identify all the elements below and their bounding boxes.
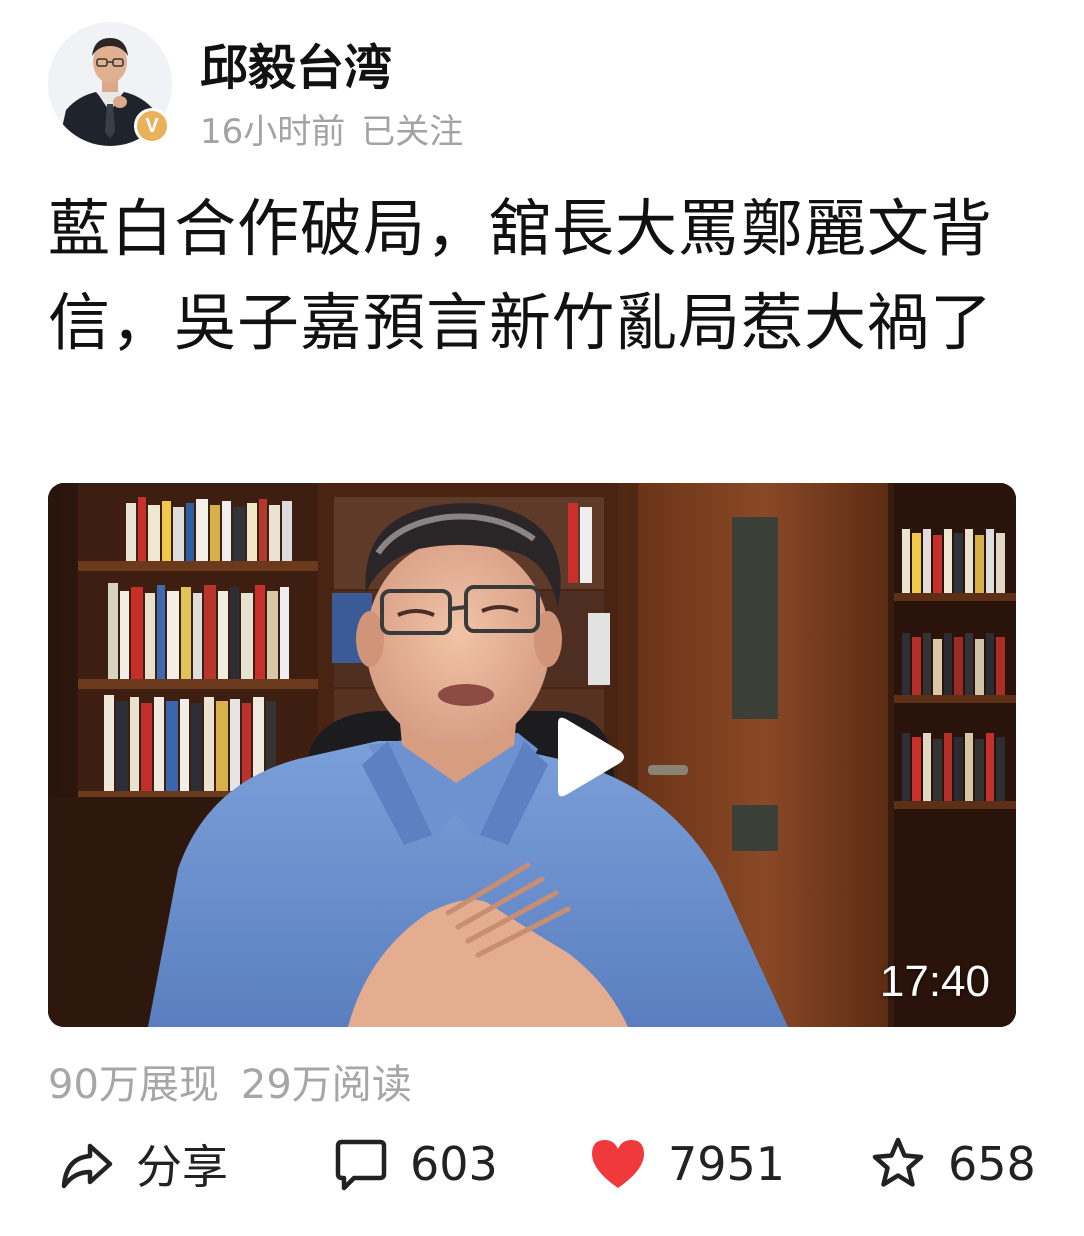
favorite-button[interactable]: 658 xyxy=(868,1126,1036,1202)
post-meta: 16小时前 已关注 xyxy=(200,104,463,153)
comment-button[interactable]: 603 xyxy=(330,1126,498,1202)
post-header: V 邱毅台湾 16小时前 已关注 xyxy=(48,22,1038,152)
play-button[interactable] xyxy=(548,715,628,799)
reads-count: 29万阅读 xyxy=(240,1062,412,1108)
video-player[interactable]: 17:40 xyxy=(48,483,1016,1027)
share-icon xyxy=(61,1143,113,1189)
verified-badge-icon: V xyxy=(134,108,170,144)
author-avatar-wrap[interactable]: V xyxy=(48,22,172,146)
comment-icon xyxy=(335,1139,387,1191)
post-title[interactable]: 藍白合作破局，舘長大罵鄭麗文背信，吳子嘉預言新竹亂局惹大禍了 xyxy=(48,182,1008,370)
like-count: 7951 xyxy=(668,1137,786,1191)
star-icon xyxy=(872,1137,924,1187)
like-button[interactable]: 7951 xyxy=(588,1126,785,1202)
author-name[interactable]: 邱毅台湾 xyxy=(200,28,392,98)
post-time: 16小时前 xyxy=(200,112,346,152)
video-thumbnail xyxy=(48,483,1016,1027)
action-bar: 分享 603 7951 658 xyxy=(0,1126,1084,1202)
video-duration: 17:40 xyxy=(879,957,990,1006)
post-stats: 90万展现 29万阅读 xyxy=(48,1052,412,1110)
play-icon xyxy=(558,717,624,797)
impressions-count: 90万展现 xyxy=(48,1062,219,1108)
heart-icon xyxy=(592,1140,644,1188)
follow-status[interactable]: 已关注 xyxy=(361,112,463,152)
share-label: 分享 xyxy=(136,1140,228,1194)
favorite-count: 658 xyxy=(948,1137,1036,1191)
share-button[interactable]: 分享 xyxy=(56,1126,228,1202)
comment-count: 603 xyxy=(410,1137,498,1191)
